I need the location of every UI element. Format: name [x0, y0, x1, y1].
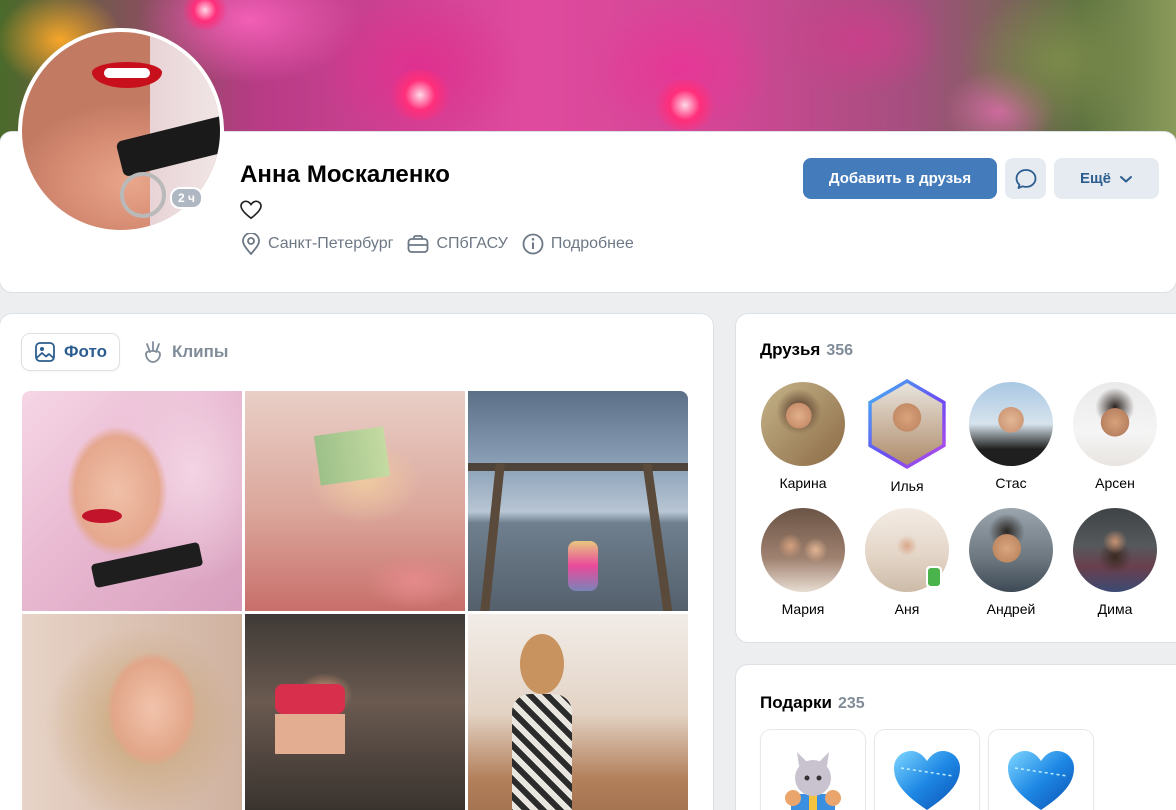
media-card: Фото Клипы: [0, 314, 713, 810]
avatar: [969, 508, 1053, 592]
friend-name: Дима: [1097, 601, 1133, 617]
message-button[interactable]: [1005, 158, 1046, 199]
friend-name: Илья: [890, 478, 924, 494]
blue-heart-gift-icon: [1008, 751, 1074, 810]
friend-name: Мария: [781, 601, 825, 617]
briefcase-icon: [408, 235, 429, 253]
gifts-count: 235: [837, 695, 865, 712]
avatar: [1073, 508, 1157, 592]
photo-thumbnail[interactable]: [22, 391, 242, 611]
photo-thumbnail[interactable]: [245, 391, 465, 611]
tab-clips[interactable]: Клипы: [130, 334, 240, 370]
friend-item[interactable]: Андрей: [961, 508, 1061, 617]
avatar: [761, 508, 845, 592]
friend-item[interactable]: Арсен: [1065, 382, 1165, 491]
last-seen-badge: 2 ч: [170, 187, 203, 209]
friend-item[interactable]: Мария: [753, 508, 853, 617]
gifts-title[interactable]: Подарки 235: [760, 693, 865, 713]
avatar: [1073, 382, 1157, 466]
education-item[interactable]: СПбГАСУ: [407, 234, 508, 254]
cats-gift-icon: [785, 752, 841, 810]
info-icon: [522, 233, 544, 255]
heart-icon[interactable]: [240, 200, 262, 220]
profile-name: Анна Москаленко: [240, 161, 451, 188]
tab-clips-label: Клипы: [172, 342, 229, 361]
photo-icon: [35, 342, 55, 362]
profile-meta: Санкт-Петербург СПбГАСУ Подробнее: [241, 233, 634, 255]
city-item[interactable]: Санкт-Петербург: [241, 233, 393, 255]
gift-item[interactable]: [989, 730, 1093, 810]
gifts-card: Подарки 235: [736, 665, 1176, 810]
photo-thumbnail[interactable]: [468, 614, 688, 810]
friends-count: 356: [826, 342, 854, 359]
photo-thumbnail[interactable]: [245, 614, 465, 810]
friend-name: Карина: [779, 475, 827, 491]
friends-card: Друзья 356 Карина Илья Стас Арсен Мария А…: [736, 314, 1176, 642]
more-info-link[interactable]: Подробнее: [522, 233, 634, 255]
chevron-down-icon: [1120, 175, 1132, 182]
friend-name: Арсен: [1095, 475, 1135, 491]
photo-thumbnail[interactable]: [22, 614, 242, 810]
add-friend-button[interactable]: Добавить в друзья: [803, 158, 997, 199]
friend-name: Стас: [995, 475, 1027, 491]
friend-name: Андрей: [986, 601, 1036, 617]
last-seen-text: 2 ч: [172, 189, 201, 207]
blue-heart-gift-icon: [894, 751, 960, 810]
more-button[interactable]: Ещё: [1054, 158, 1159, 199]
friend-item[interactable]: Аня: [857, 508, 957, 617]
message-icon: [1015, 168, 1036, 189]
photo-grid: [22, 391, 688, 810]
gift-item[interactable]: [761, 730, 865, 810]
avatar: [868, 379, 946, 469]
education-label: СПбГАСУ: [436, 235, 508, 252]
friend-item[interactable]: Карина: [753, 382, 853, 491]
friend-item[interactable]: Илья: [857, 379, 957, 494]
avatar: [761, 382, 845, 466]
tab-photos[interactable]: Фото: [22, 334, 119, 370]
location-icon: [242, 233, 260, 255]
gift-item[interactable]: [875, 730, 979, 810]
friends-title[interactable]: Друзья 356: [760, 340, 853, 360]
avatar: [969, 382, 1053, 466]
friend-item[interactable]: Стас: [961, 382, 1061, 491]
photo-thumbnail[interactable]: [468, 391, 688, 611]
tab-photos-label: Фото: [64, 342, 107, 361]
more-label: Ещё: [1079, 170, 1111, 187]
mobile-online-icon: [926, 566, 942, 588]
friend-item[interactable]: Дима: [1065, 508, 1165, 617]
city-label: Санкт-Петербург: [268, 235, 394, 252]
gifts-title-label: Подарки: [760, 693, 832, 712]
more-info-label: Подробнее: [550, 235, 634, 252]
clips-icon: [145, 341, 161, 363]
friend-name: Аня: [894, 601, 920, 617]
friends-title-label: Друзья: [760, 340, 821, 359]
